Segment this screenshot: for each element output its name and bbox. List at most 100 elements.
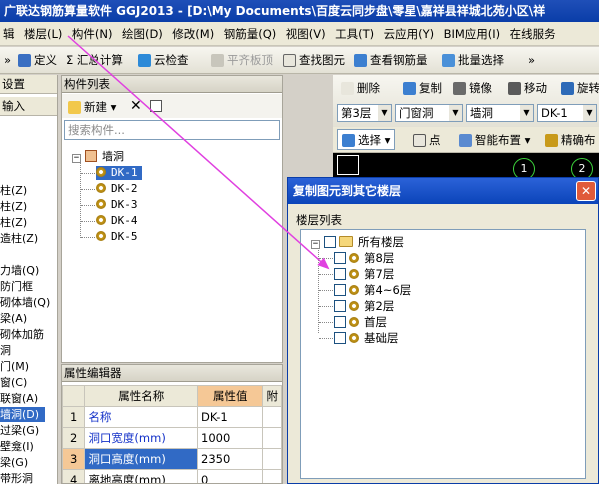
nav-item-civil-defense-frame[interactable]: 防门框 bbox=[0, 279, 33, 294]
table-row[interactable]: 1 名称 DK-1 bbox=[62, 406, 282, 428]
menu-item-floor[interactable]: 楼层(L) bbox=[21, 22, 65, 45]
cloud-check-button[interactable]: 云检查 bbox=[138, 47, 189, 73]
nav-item-niche[interactable]: 壁龛(I) bbox=[0, 439, 34, 454]
collapse-icon[interactable]: − bbox=[311, 240, 320, 249]
menu-item-tools[interactable]: 工具(T) bbox=[332, 22, 377, 45]
table-row[interactable]: 2 洞口宽度(mm) 1000 bbox=[62, 427, 282, 449]
nav-item-combo-window[interactable]: 联窗(A) bbox=[0, 391, 38, 406]
nav-item-lintel[interactable]: 过梁(G) bbox=[0, 423, 39, 438]
floor-gear-icon bbox=[349, 253, 359, 263]
tree-node-all-floors[interactable]: − 所有楼层 bbox=[311, 235, 404, 250]
select-button[interactable]: 选择 ▾ bbox=[337, 129, 396, 150]
menu-item-rebar[interactable]: 钢筋量(Q) bbox=[221, 22, 280, 45]
floor-tree: − 所有楼层 第8层 第7层 第4~6层 第2层 首层 基础层 bbox=[300, 229, 586, 479]
menu-item-view[interactable]: 视图(V) bbox=[283, 22, 329, 45]
nav-item-column-2[interactable]: 柱(Z) bbox=[0, 199, 27, 214]
main-toolbar: » 定义 Σ 汇总计算 云检查 平齐板顶 查找图元 查看钢筋量 批量选择 » bbox=[0, 47, 599, 74]
view-rebar-button[interactable]: 查看钢筋量 bbox=[354, 47, 428, 73]
table-row[interactable]: 4 离地高度(mm) 0 bbox=[62, 469, 282, 483]
nav-item-door[interactable]: 门(M) bbox=[0, 359, 29, 374]
table-row[interactable]: 3 洞口高度(mm) 2350 bbox=[62, 448, 282, 470]
toolbar-more-icon[interactable]: » bbox=[528, 47, 535, 73]
nav-item-shear-wall[interactable]: 力墙(Q) bbox=[0, 263, 39, 278]
point-button[interactable]: 点 bbox=[413, 127, 441, 153]
menu-item-component[interactable]: 构件(N) bbox=[69, 22, 116, 45]
nav-item-beam[interactable]: 梁(A) bbox=[0, 311, 27, 326]
menu-item-online[interactable]: 在线服务 bbox=[507, 22, 559, 45]
folder-icon bbox=[339, 236, 353, 247]
flat-slab-button[interactable]: 平齐板顶 bbox=[211, 47, 273, 73]
checkbox-floor-7[interactable] bbox=[334, 268, 346, 280]
checkbox-floor-8[interactable] bbox=[334, 252, 346, 264]
floor-gear-icon bbox=[349, 269, 359, 279]
floor-item-foundation[interactable]: 基础层 bbox=[334, 331, 399, 346]
element-select[interactable]: DK-1 ▼ bbox=[537, 104, 597, 122]
tree-item-dk-4[interactable]: DK-4 bbox=[96, 214, 138, 228]
tree-item-dk-5[interactable]: DK-5 bbox=[96, 230, 138, 244]
cloud-check-icon bbox=[138, 54, 151, 67]
floor-item-first[interactable]: 首层 bbox=[334, 315, 387, 330]
toolbar-overflow-icon[interactable]: » bbox=[4, 47, 11, 73]
type-select[interactable]: 墙洞 ▼ bbox=[466, 104, 534, 122]
find-element-button[interactable]: 查找图元 bbox=[283, 47, 345, 73]
nav-item-strip-beam[interactable]: 梁(G) bbox=[0, 455, 28, 470]
menu-item-cloud[interactable]: 云应用(Y) bbox=[381, 22, 438, 45]
batch-select-icon bbox=[442, 54, 455, 67]
nav-item-constructional-column[interactable]: 造柱(Z) bbox=[0, 231, 38, 246]
nav-item-wall-opening[interactable]: 墙洞(D) bbox=[0, 407, 46, 422]
nav-item-column-3[interactable]: 柱(Z) bbox=[0, 215, 27, 230]
mirror-button[interactable]: 镜像 bbox=[453, 75, 492, 101]
define-button[interactable]: 定义 bbox=[18, 47, 57, 73]
menu-item-draw[interactable]: 绘图(D) bbox=[119, 22, 166, 45]
checkbox-all-floors[interactable] bbox=[324, 236, 336, 248]
checkbox-floor-first[interactable] bbox=[334, 316, 346, 328]
tree-item-dk-1[interactable]: DK-1 bbox=[96, 166, 142, 180]
cursor-icon bbox=[342, 134, 355, 147]
property-value-elevation[interactable]: 0 bbox=[197, 469, 264, 483]
tree-node-wall-opening[interactable]: − 墙洞 bbox=[72, 150, 124, 164]
menu-bar: 辑 楼层(L) 构件(N) 绘图(D) 修改(M) 钢筋量(Q) 视图(V) 工… bbox=[0, 22, 599, 46]
menu-item-edit[interactable]: 辑 bbox=[0, 22, 18, 45]
tree-item-dk-3[interactable]: DK-3 bbox=[96, 198, 138, 212]
checkbox-floor-2[interactable] bbox=[334, 300, 346, 312]
copy-button[interactable]: 复制 bbox=[403, 75, 442, 101]
delete-component-icon[interactable]: ✕ bbox=[130, 98, 142, 114]
nav-item-column-1[interactable]: 柱(Z) bbox=[0, 183, 27, 198]
nav-item-strip-opening[interactable]: 带形洞 bbox=[0, 471, 33, 484]
rotate-icon bbox=[561, 82, 574, 95]
nav-head-input[interactable]: 输入 bbox=[0, 97, 57, 116]
close-icon[interactable]: ✕ bbox=[576, 181, 596, 201]
rotate-button[interactable]: 旋转 bbox=[561, 75, 599, 101]
batch-select-button[interactable]: 批量选择 bbox=[442, 47, 504, 73]
floor-item-8[interactable]: 第8层 bbox=[334, 251, 394, 266]
category-select[interactable]: 门窗洞 ▼ bbox=[395, 104, 463, 122]
delete-button[interactable]: 删除 bbox=[341, 75, 380, 101]
floor-select[interactable]: 第3层 ▼ bbox=[337, 104, 392, 122]
component-list-toolbar: 新建 ▾ ✕ bbox=[62, 94, 282, 118]
move-button[interactable]: 移动 bbox=[508, 75, 547, 101]
nav-head-settings[interactable]: 设置 bbox=[0, 75, 57, 94]
floor-item-7[interactable]: 第7层 bbox=[334, 267, 394, 282]
checkbox-floor-4-6[interactable] bbox=[334, 284, 346, 296]
summary-button[interactable]: Σ 汇总计算 bbox=[66, 47, 123, 73]
floor-item-4-6[interactable]: 第4~6层 bbox=[334, 283, 411, 298]
nav-item-window[interactable]: 窗(C) bbox=[0, 375, 27, 390]
floor-item-2[interactable]: 第2层 bbox=[334, 299, 394, 314]
nav-item-masonry-wall[interactable]: 砌体墙(Q) bbox=[0, 295, 50, 310]
precise-place-button[interactable]: 精确布 bbox=[545, 127, 596, 153]
property-value-name[interactable]: DK-1 bbox=[197, 406, 264, 428]
menu-item-modify[interactable]: 修改(M) bbox=[169, 22, 217, 45]
smart-place-button[interactable]: 智能布置 ▾ bbox=[459, 127, 530, 153]
new-component-button[interactable]: 新建 ▾ bbox=[68, 99, 116, 115]
chevron-down-icon: ▼ bbox=[378, 105, 391, 121]
tree-item-dk-2[interactable]: DK-2 bbox=[96, 182, 138, 196]
property-value-height[interactable]: 2350 bbox=[197, 448, 264, 470]
copy-component-icon[interactable] bbox=[150, 100, 162, 112]
nav-item-opening[interactable]: 洞 bbox=[0, 343, 11, 358]
menu-item-bim[interactable]: BIM应用(I) bbox=[441, 22, 504, 45]
checkbox-floor-foundation[interactable] bbox=[334, 332, 346, 344]
nav-item-masonry-reinforcement[interactable]: 砌体加筋 bbox=[0, 327, 44, 342]
property-value-width[interactable]: 1000 bbox=[197, 427, 264, 449]
component-search-input[interactable]: 搜索构件... bbox=[64, 120, 280, 140]
collapse-icon[interactable]: − bbox=[72, 154, 81, 163]
